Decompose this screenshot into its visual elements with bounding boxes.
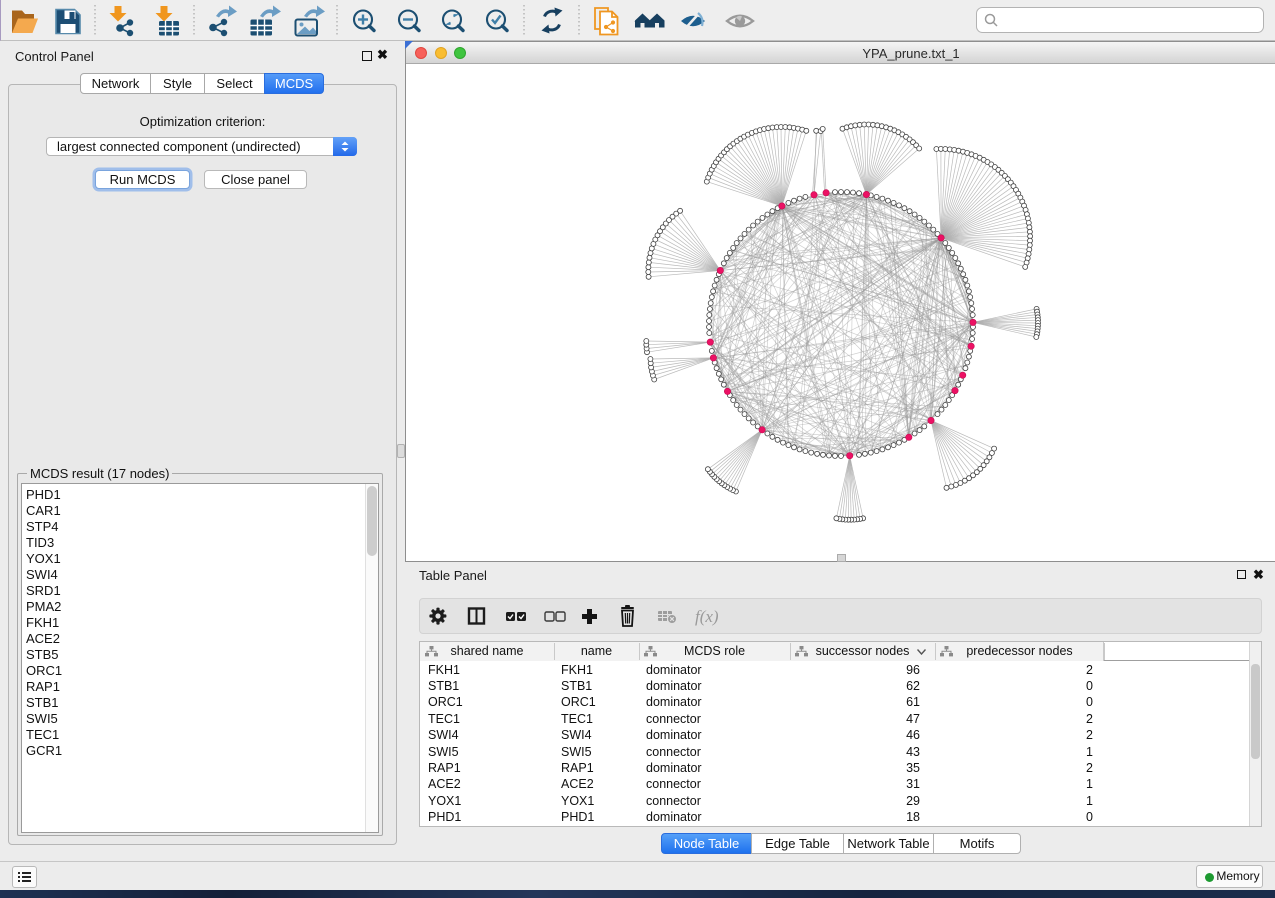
svg-text:f(x): f(x) [695, 607, 719, 626]
